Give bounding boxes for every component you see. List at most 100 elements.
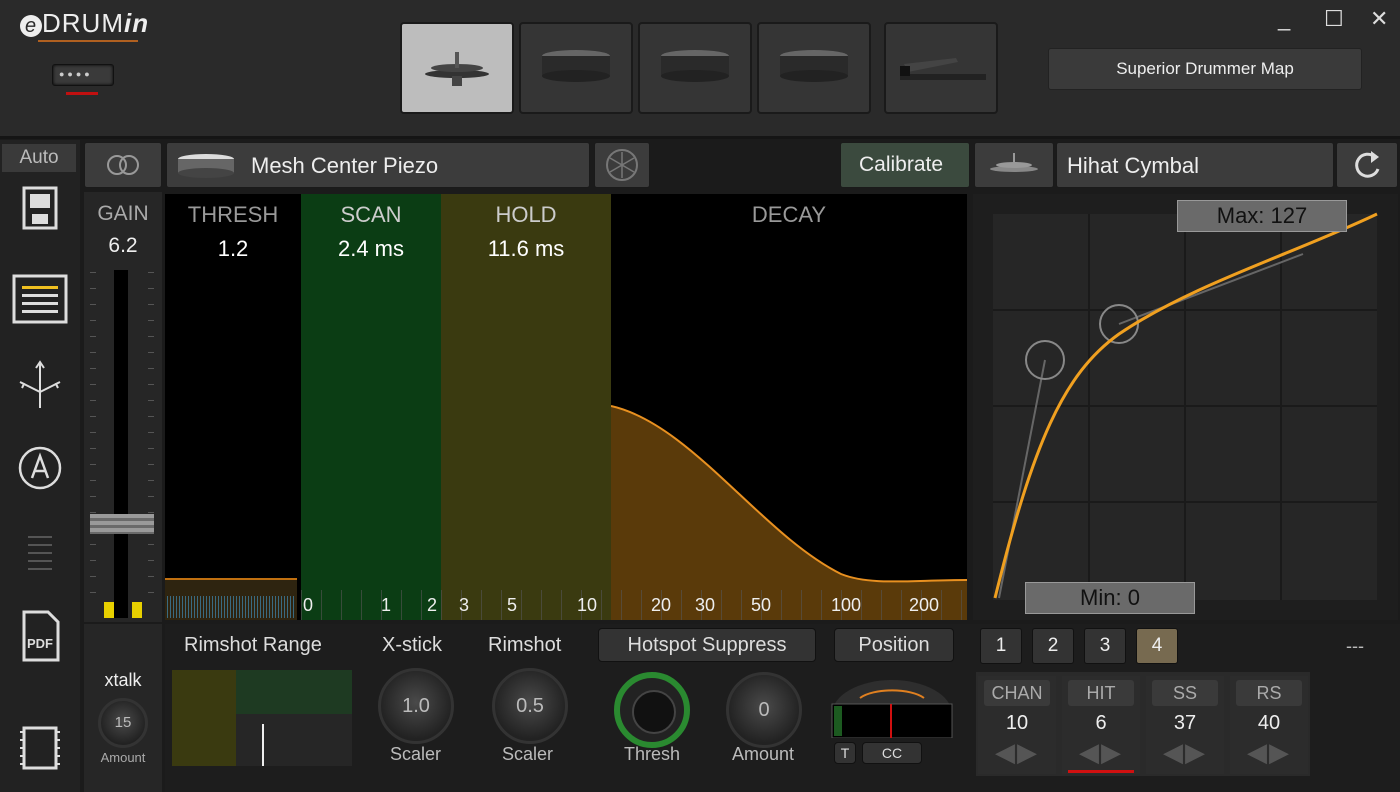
cc-button[interactable]: CC <box>862 742 922 764</box>
pad-button-hihat[interactable] <box>400 22 514 114</box>
instrument-label: Hihat Cymbal <box>1067 153 1200 178</box>
pad-button-drum-2[interactable] <box>638 22 752 114</box>
tab-2[interactable]: 2 <box>1032 628 1074 664</box>
decay-curve <box>611 405 967 620</box>
time-axis-ticks <box>301 590 967 620</box>
pad-button-drum-3[interactable] <box>757 22 871 114</box>
minimize-button[interactable]: _ <box>1278 6 1290 32</box>
tick-label: 30 <box>695 595 716 615</box>
logo-e: e <box>20 15 42 37</box>
hotspot-thresh-knob[interactable] <box>614 672 690 748</box>
arrow-left-right-icon[interactable]: ◀▶ <box>978 737 1056 768</box>
pad-button-pedal[interactable] <box>884 22 998 114</box>
drum-icon <box>780 50 848 82</box>
auto-button[interactable]: Auto <box>2 144 76 172</box>
t-button[interactable]: T <box>834 742 856 764</box>
tick-label: 0 <box>303 595 314 615</box>
param-ss[interactable]: SS 37 ◀▶ <box>1146 676 1224 774</box>
param-ss-label: SS <box>1152 680 1218 706</box>
tick-label: 50 <box>751 595 772 615</box>
param-hit-value: 6 <box>1095 712 1107 734</box>
tab-1[interactable]: 1 <box>980 628 1022 664</box>
xstick-sub-label: Scaler <box>390 744 442 764</box>
xstick-knob[interactable]: 1.0 <box>378 668 454 744</box>
superior-drummer-map-button[interactable]: Superior Drummer Map <box>1048 48 1362 90</box>
logo-underline <box>38 40 138 42</box>
yamaha-button[interactable] <box>594 142 650 188</box>
xtalk-knob[interactable]: 15 <box>98 698 148 748</box>
trigger-graph[interactable]: THRESH 1.2 SCAN 2.4 ms HOLD 11.6 ms DECA… <box>165 194 967 620</box>
velocity-curve-panel[interactable]: Max: 127 Min: 0 <box>973 194 1398 620</box>
gain-label: GAIN <box>97 202 149 225</box>
xtalk-sub-label: Amount <box>100 750 146 765</box>
routing-icon[interactable] <box>10 358 70 414</box>
pad-button-drum-1[interactable] <box>519 22 633 114</box>
rimshot-range-graph[interactable] <box>172 670 352 766</box>
tab-3[interactable]: 3 <box>1084 628 1126 664</box>
gain-scale-right <box>148 272 154 602</box>
gain-slider-handle[interactable] <box>90 514 154 534</box>
position-button[interactable]: Position <box>834 628 954 662</box>
velocity-curve <box>993 212 1378 600</box>
max-velocity[interactable]: Max: 127 <box>1177 200 1347 232</box>
tick-label: 100 <box>831 595 862 615</box>
rimshot-knob[interactable]: 0.5 <box>492 668 568 744</box>
logo-main: DRUM <box>42 8 124 38</box>
list-icon[interactable] <box>10 272 70 328</box>
levels-icon <box>10 530 70 586</box>
position-meter[interactable] <box>830 674 954 739</box>
param-rs-value: 40 <box>1257 712 1281 734</box>
tick-label: 10 <box>577 595 598 615</box>
tick-label: 200 <box>909 595 940 615</box>
thresh-value: 1.2 <box>217 236 249 261</box>
chip-icon[interactable] <box>10 720 70 776</box>
noise-signal <box>167 596 295 618</box>
param-hit[interactable]: HIT 6 ◀▶ <box>1062 676 1140 774</box>
hold-zone[interactable]: HOLD 11.6 ms <box>441 194 611 620</box>
device-icon[interactable]: ●●●● <box>52 64 114 86</box>
hotspot-amount-knob[interactable]: 0 <box>726 672 802 748</box>
yamaha-icon <box>606 149 638 181</box>
maximize-button[interactable]: ☐ <box>1324 6 1344 32</box>
app-logo: e DRUMin <box>20 8 149 39</box>
tab-4[interactable]: 4 <box>1136 628 1178 664</box>
auto-mode-icon[interactable] <box>10 440 70 496</box>
arrow-left-right-icon[interactable]: ◀▶ <box>1062 737 1140 768</box>
device-led-indicator <box>66 92 98 95</box>
scan-label: SCAN <box>340 202 402 227</box>
gain-meter <box>114 270 128 618</box>
hold-value: 11.6 ms <box>487 236 565 261</box>
cymbal-type-button[interactable] <box>974 142 1054 188</box>
param-chan-value: 10 <box>1005 712 1029 734</box>
rimshot-sub-label: Scaler <box>502 744 554 764</box>
arrow-left-right-icon[interactable]: ◀▶ <box>1230 737 1308 768</box>
calibrate-button[interactable]: Calibrate <box>840 142 970 188</box>
hotspot-thresh-label: Thresh <box>624 744 681 764</box>
min-velocity[interactable]: Min: 0 <box>1025 582 1195 614</box>
param-rs[interactable]: RS 40 ◀▶ <box>1230 676 1308 774</box>
meter-led-left <box>104 602 114 618</box>
save-icon[interactable] <box>10 182 70 238</box>
sensor-select[interactable]: Mesh Center Piezo <box>166 142 590 188</box>
decay-zone[interactable]: DECAY <box>611 194 967 620</box>
arrow-left-right-icon[interactable]: ◀▶ <box>1146 737 1224 768</box>
scan-zone[interactable]: SCAN 2.4 ms <box>301 194 441 620</box>
hotspot-suppress-button[interactable]: Hotspot Suppress <box>598 628 816 662</box>
pdf-icon[interactable]: PDF <box>10 608 70 664</box>
snare-icon <box>178 154 234 178</box>
param-ss-value: 37 <box>1173 712 1197 734</box>
refresh-button[interactable] <box>1336 142 1398 188</box>
refresh-icon <box>1355 151 1380 178</box>
link-button[interactable] <box>84 142 162 188</box>
hold-label: HOLD <box>495 202 557 227</box>
xstick-label: X-stick <box>382 634 442 656</box>
hit-active-indicator <box>1068 770 1134 773</box>
param-chan[interactable]: CHAN 10 ◀▶ <box>978 676 1056 774</box>
tick-label: 1 <box>381 595 392 615</box>
thresh-zone[interactable]: THRESH 1.2 <box>165 194 301 620</box>
rimshot-range-label: Rimshot Range <box>184 634 322 656</box>
tick-label: 2 <box>427 595 438 615</box>
close-button[interactable]: ✕ <box>1370 6 1388 32</box>
meter-led-right <box>132 602 142 618</box>
instrument-select[interactable]: Hihat Cymbal <box>1056 142 1334 188</box>
